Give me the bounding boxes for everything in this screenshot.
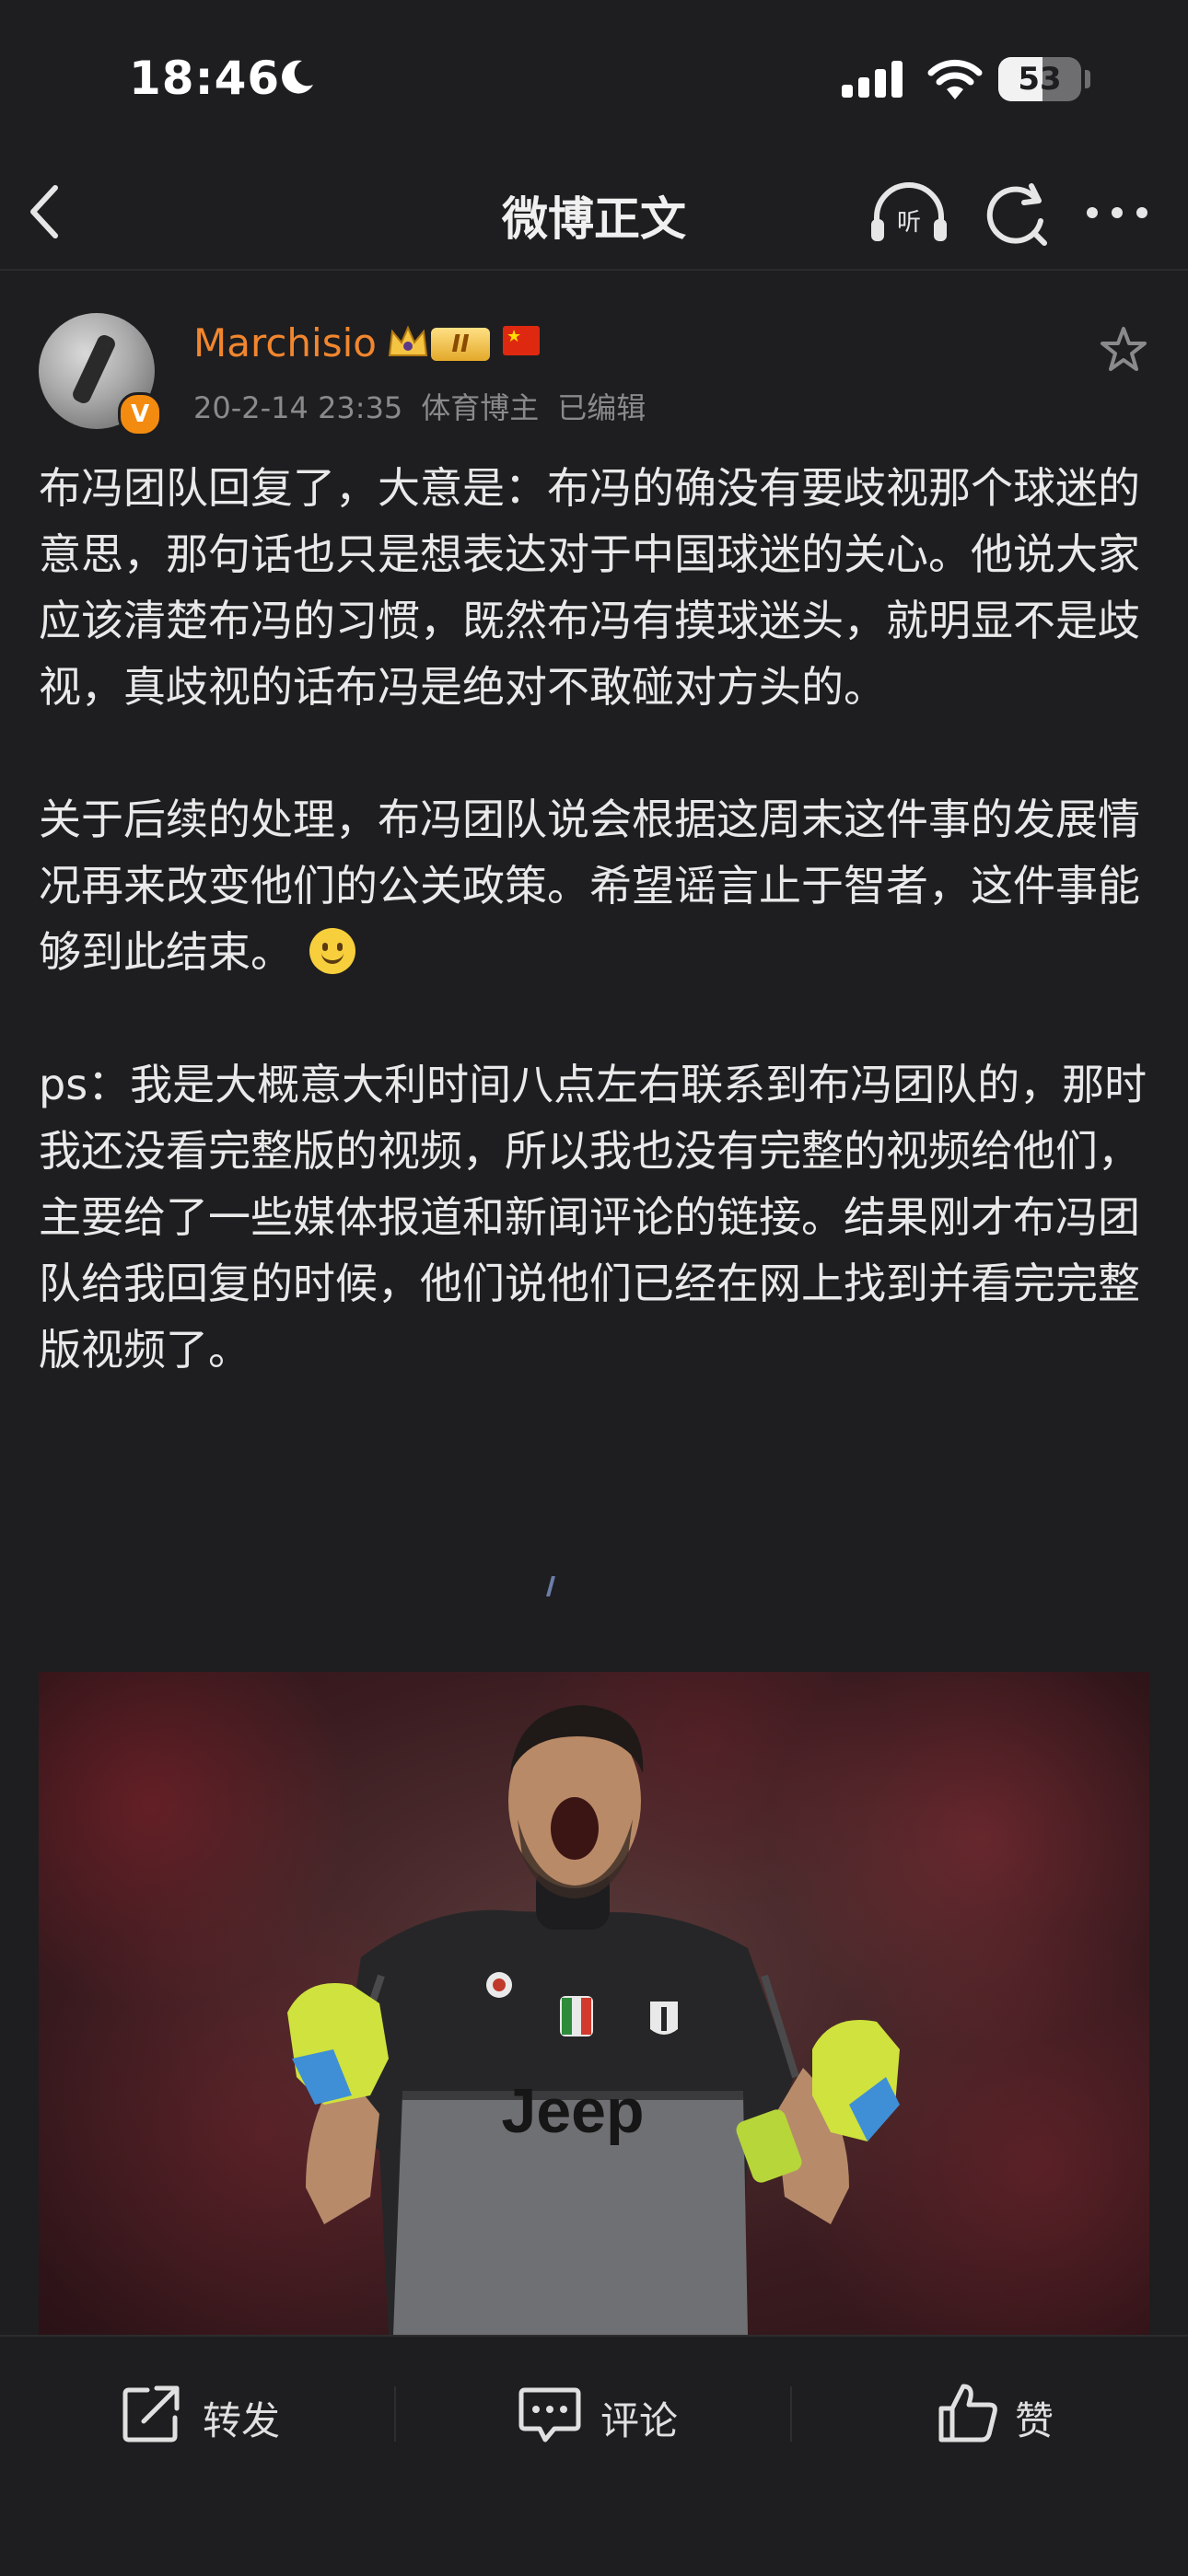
thumbs-up-icon xyxy=(938,2384,997,2443)
status-bar: 18:46 53 xyxy=(0,0,1188,157)
shirt-sponsor-text: Jeep xyxy=(502,2076,645,2146)
author-name[interactable]: Marchisio xyxy=(193,320,377,366)
verified-badge: V xyxy=(118,392,162,436)
post-content: 布冯团队回复了，大意是：布冯的确没有要歧视那个球迷的意思，那句话也只是想表达对于… xyxy=(39,455,1162,1449)
comment-button[interactable]: 评论 xyxy=(518,2381,702,2445)
share-icon xyxy=(122,2385,180,2443)
post-paragraph-2: 关于后续的处理，布冯团队说会根据这周末这件事的发展情况再来改变他们的公关政策。希… xyxy=(39,786,1162,985)
listen-headphones-icon[interactable]: 听 xyxy=(869,179,949,245)
post-date: 20-2-14 23:35 xyxy=(193,390,403,425)
comment-label: 评论 xyxy=(600,2398,679,2443)
goalkeeper-celebrating-image: Jeep xyxy=(287,1705,900,2335)
battery-nub xyxy=(1085,70,1090,88)
image-loading-mark xyxy=(546,1576,555,1596)
like-label: 赞 xyxy=(1015,2398,1054,2443)
status-time: 18:46 xyxy=(129,52,281,105)
author-category: 体育博主 xyxy=(421,390,540,425)
member-level-badge: II xyxy=(431,328,490,361)
listen-label: 听 xyxy=(897,209,921,237)
like-button[interactable]: 赞 xyxy=(936,2381,1083,2445)
post-image[interactable]: Jeep xyxy=(39,1672,1149,2335)
china-flag-icon: ★ xyxy=(503,326,540,355)
comment-icon xyxy=(518,2387,581,2443)
bottom-action-bar: 转发 评论 赞 xyxy=(0,2335,1188,2576)
repost-button[interactable]: 转发 xyxy=(120,2381,304,2445)
repost-label: 转发 xyxy=(203,2398,281,2443)
battery-percent: 53 xyxy=(1018,61,1062,98)
smile-emoji-icon xyxy=(309,928,355,974)
battery-indicator: 53 xyxy=(998,57,1081,101)
moon-icon xyxy=(282,60,313,94)
crown-icon xyxy=(388,325,428,356)
more-options-icon[interactable] xyxy=(1085,180,1149,245)
nav-bar: 微博正文 听 xyxy=(0,157,1188,271)
cellular-signal-icon xyxy=(842,61,903,98)
post-paragraph-3: ps：我是大概意大利时间八点左右联系到布冯团队的，那时我还没看完整版的视频，所以… xyxy=(39,1060,1147,1375)
edited-label: 已编辑 xyxy=(557,390,646,425)
post-paragraph-2-text: 关于后续的处理，布冯团队说会根据这周末这件事的发展情况再来改变他们的公关政策。希… xyxy=(39,795,1140,977)
favorite-star-icon[interactable] xyxy=(1098,324,1149,376)
post-meta: 20-2-14 23:35 体育博主 已编辑 xyxy=(193,385,664,427)
divider xyxy=(394,2386,396,2442)
wifi-icon xyxy=(927,59,983,99)
divider xyxy=(790,2386,792,2442)
refresh-icon[interactable] xyxy=(982,179,1052,249)
post-paragraph-1: 布冯团队回复了，大意是：布冯的确没有要歧视那个球迷的意思，那句话也只是想表达对于… xyxy=(39,463,1140,712)
